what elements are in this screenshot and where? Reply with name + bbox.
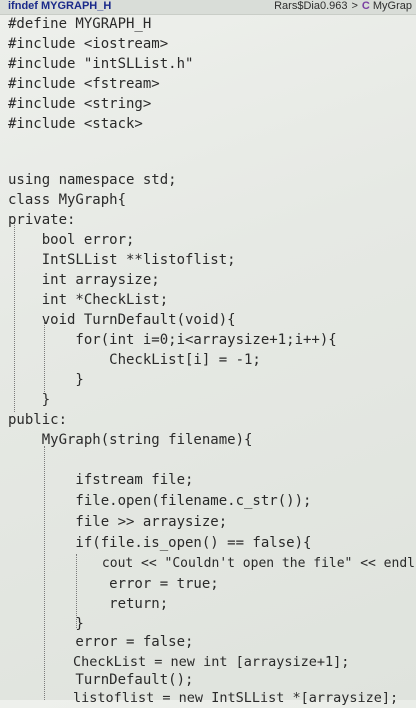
code-line[interactable]: #define MYGRAPH_H (8, 14, 151, 34)
code-line[interactable]: if(file.is_open() == false){ (8, 533, 311, 553)
code-line[interactable]: listoflist = new IntSLList *[arraysize]; (8, 688, 398, 708)
code-line[interactable]: public: (8, 410, 67, 430)
code-line[interactable]: error = false; (8, 632, 193, 652)
code-line[interactable]: } (8, 370, 83, 390)
code-line[interactable]: #include <string> (8, 94, 151, 114)
code-line[interactable]: file >> arraysize; (8, 512, 227, 532)
code-line[interactable]: } (8, 614, 83, 634)
breadcrumb[interactable]: Rars$Dia0.963 > C MyGrap (274, 0, 412, 12)
code-line[interactable]: CheckList[i] = -1; (8, 350, 261, 370)
code-line[interactable]: IntSLList **listoflist; (8, 250, 236, 270)
code-line[interactable]: #include <iostream> (8, 34, 168, 54)
code-editor[interactable]: #define MYGRAPH_H #include <iostream> #i… (0, 14, 416, 706)
code-line[interactable]: class MyGraph{ (8, 190, 126, 210)
code-line[interactable]: bool error; (8, 230, 135, 250)
code-line[interactable]: ifstream file; (8, 470, 193, 490)
code-line[interactable]: for(int i=0;i<arraysize+1;i++){ (8, 330, 336, 350)
code-line[interactable]: CheckList = new int [arraysize+1]; (8, 652, 349, 672)
breadcrumb-path[interactable]: Rars$Dia0.963 (274, 0, 347, 12)
code-line[interactable]: int *CheckList; (8, 290, 168, 310)
code-line[interactable]: #include <fstream> (8, 74, 160, 94)
code-line[interactable]: cout << "Couldn't open the file" << endl… (8, 554, 416, 574)
code-line[interactable]: TurnDefault(); (8, 670, 193, 690)
code-line[interactable]: private: (8, 210, 75, 230)
code-line[interactable]: void TurnDefault(void){ (8, 310, 236, 330)
editor-tab-bar: ifndef MYGRAPH_H Rars$Dia0.963 > C MyGrap (0, 0, 416, 15)
code-line[interactable]: MyGraph(string filename){ (8, 430, 253, 450)
code-line[interactable]: int arraysize; (8, 270, 160, 290)
class-icon: C (361, 0, 370, 12)
code-line[interactable]: return; (8, 594, 168, 614)
code-line[interactable]: error = true; (8, 574, 219, 594)
code-line[interactable]: } (8, 390, 50, 410)
code-line[interactable]: #include "intSLList.h" (8, 54, 193, 74)
code-line[interactable]: file.open(filename.c_str()); (8, 491, 311, 511)
code-line[interactable]: using namespace std; (8, 170, 177, 190)
breadcrumb-separator: > (351, 0, 358, 12)
tab-fragment-left[interactable]: ifndef MYGRAPH_H (8, 0, 111, 12)
code-line[interactable]: #include <stack> (8, 114, 143, 134)
breadcrumb-class[interactable]: MyGrap (373, 0, 412, 12)
